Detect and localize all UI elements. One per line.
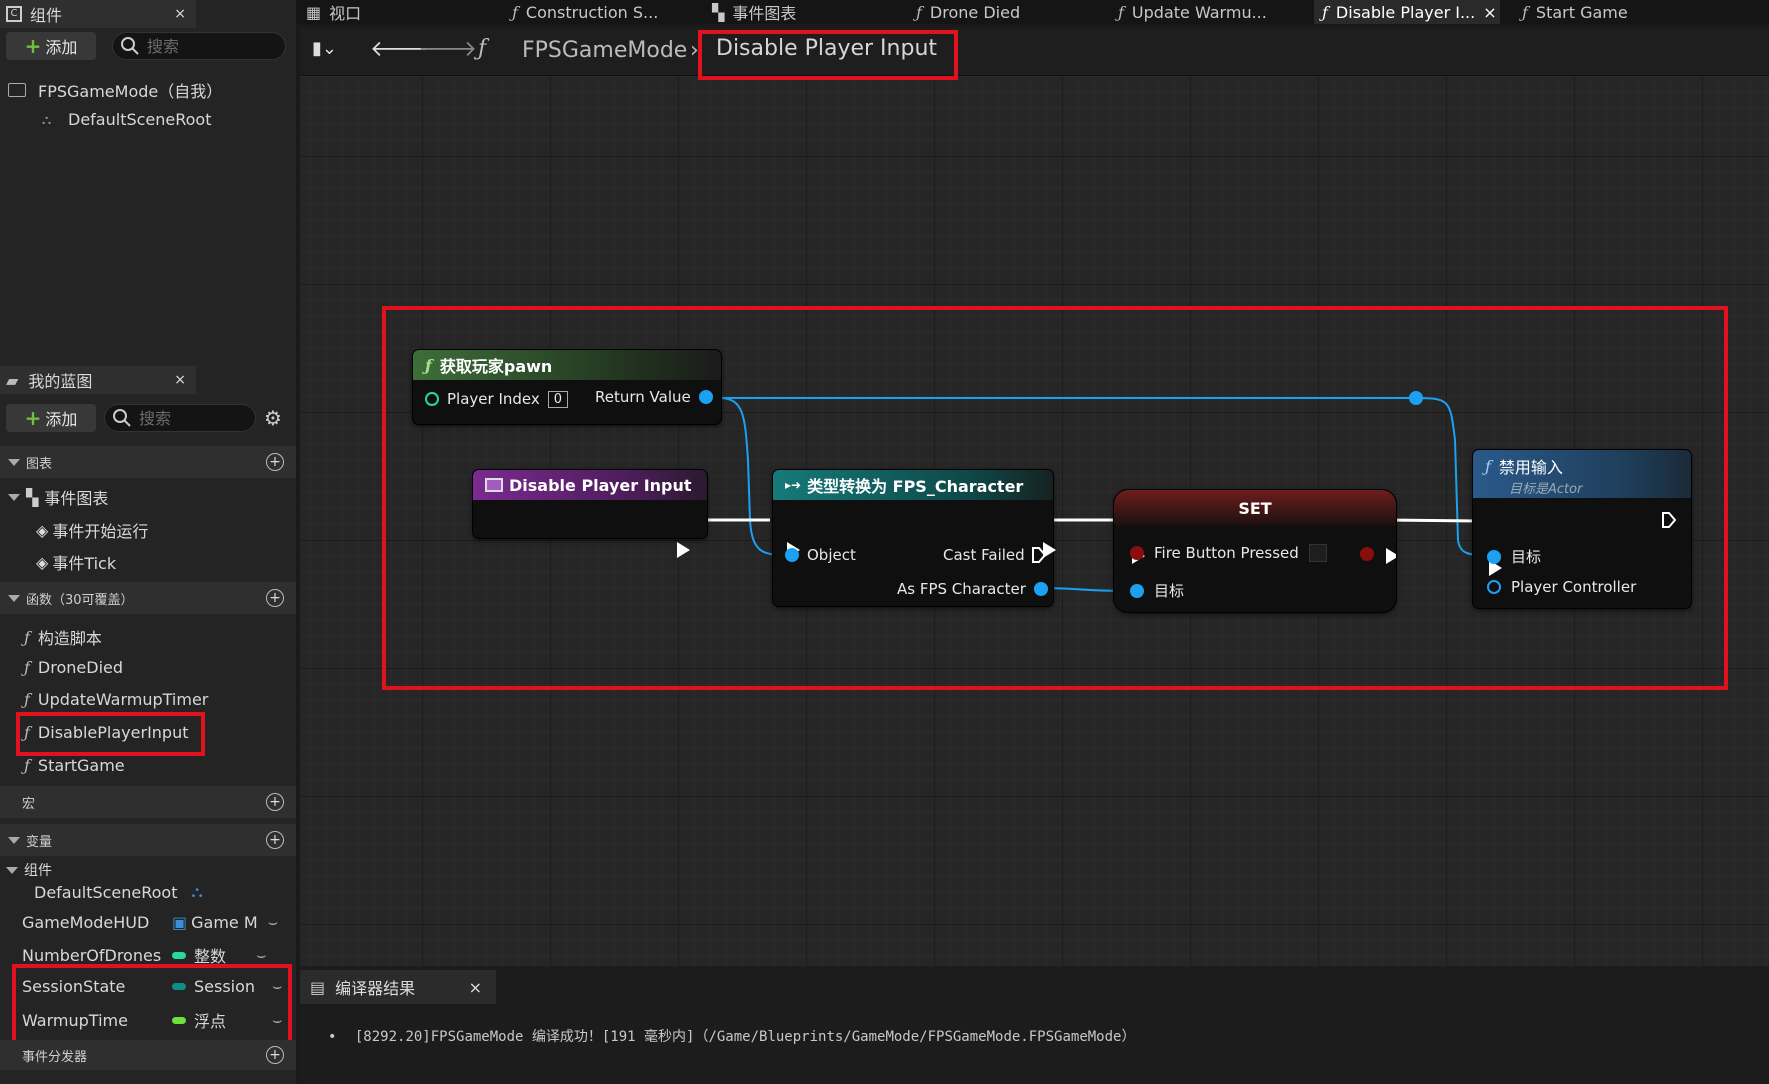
compiler-message: [8292.20]FPSGameMode 编译成功！[191 毫秒内]（/Gam…	[354, 1029, 1136, 1045]
object-pin-hollow-icon	[1487, 580, 1501, 594]
exec-wire	[1381, 518, 1479, 523]
node-title: SET	[1238, 498, 1272, 518]
pin-label: Fire Button Pressed	[1154, 544, 1299, 562]
node-header[interactable]: ▸➜ 类型转换为 FPS_Character	[773, 470, 1053, 500]
compiler-results-tab[interactable]: ▤ 编译器结果 ×	[300, 970, 496, 1004]
pin-target[interactable]: 目标	[1487, 546, 1541, 567]
cast-icon: ▸➜	[785, 478, 802, 492]
node-function-entry[interactable]: Disable Player Input	[473, 470, 707, 558]
pin-label: Player Index	[447, 390, 540, 408]
object-pin-icon	[698, 390, 713, 404]
node-disable-input[interactable]: ƒ 禁用输入 目标是Actor 目标 Player Controller	[1473, 450, 1691, 608]
node-header[interactable]: Disable Player Input	[473, 470, 707, 500]
node-cast-to-fps-character[interactable]: ▸➜ 类型转换为 FPS_Character Object Cast Faile…	[773, 470, 1057, 606]
pin-return-value[interactable]: Return Value	[595, 388, 713, 406]
pin-label: As FPS Character	[897, 580, 1026, 598]
function-entry-icon	[485, 478, 503, 492]
node-get-player-pawn[interactable]: ƒ 获取玩家pawn Player Index 0 Return Value	[413, 350, 721, 424]
node-title: 类型转换为 FPS_Character	[807, 477, 1024, 496]
pin-label: 目标	[1154, 582, 1185, 600]
object-pin-icon	[1033, 582, 1048, 596]
player-index-input[interactable]: 0	[547, 390, 569, 408]
function-icon: ƒ	[1485, 456, 1491, 476]
node-header[interactable]: ƒ 获取玩家pawn	[413, 350, 721, 380]
exec-out-pin-icon[interactable]	[1386, 548, 1396, 564]
pin-target[interactable]: 目标	[1130, 580, 1184, 601]
pin-label: Player Controller	[1511, 578, 1637, 596]
pin-label: Cast Failed	[943, 546, 1025, 564]
compiler-results-panel: • [8292.20]FPSGameMode 编译成功！[191 毫秒内]（/G…	[300, 966, 1769, 1084]
bullet: •	[328, 1029, 337, 1045]
node-title: Disable Player Input	[509, 475, 692, 495]
pin-label: Object	[807, 546, 856, 564]
pin-fire-button-pressed[interactable]: Fire Button Pressed	[1130, 544, 1327, 562]
node-title: 获取玩家pawn	[439, 357, 553, 376]
pin-player-controller[interactable]: Player Controller	[1487, 578, 1636, 596]
reroute-knot	[1409, 391, 1423, 405]
function-icon: ƒ	[425, 355, 432, 375]
node-header[interactable]: ƒ 禁用输入 目标是Actor	[1473, 450, 1691, 498]
compiler-message-row[interactable]: • [8292.20]FPSGameMode 编译成功！[191 毫秒内]（/G…	[328, 1026, 1135, 1046]
node-subtitle: 目标是Actor	[1509, 482, 1583, 497]
object-pin-icon	[785, 548, 799, 562]
node-header[interactable]: SET	[1114, 490, 1396, 526]
pin-player-index[interactable]: Player Index 0	[425, 390, 569, 408]
compiler-icon: ▤	[310, 977, 326, 997]
pin-object[interactable]: Object	[785, 546, 856, 564]
exec-out-hollow-icon	[1031, 547, 1046, 563]
pin-as-fps-character[interactable]: As FPS Character	[897, 580, 1048, 598]
close-icon[interactable]: ×	[469, 978, 482, 997]
int-pin-icon	[425, 392, 439, 406]
pin-cast-failed[interactable]: Cast Failed	[943, 546, 1047, 564]
pin-label: Return Value	[595, 388, 691, 406]
bool-pin-icon	[1130, 546, 1144, 560]
object-pin-icon	[1130, 583, 1144, 598]
exec-out-pin-icon[interactable]	[677, 542, 690, 558]
exec-out-hollow-icon[interactable]	[1661, 511, 1677, 529]
node-title: 禁用输入	[1498, 458, 1563, 477]
node-set-variable[interactable]: SET Fire Button Pressed 目标	[1114, 490, 1396, 612]
compiler-tab-title: 编译器结果	[335, 979, 416, 998]
fire-button-checkbox[interactable]	[1308, 544, 1327, 562]
object-pin-icon	[1487, 549, 1501, 564]
bool-out-pin-icon[interactable]	[1360, 547, 1374, 561]
pin-label: 目标	[1511, 548, 1542, 566]
